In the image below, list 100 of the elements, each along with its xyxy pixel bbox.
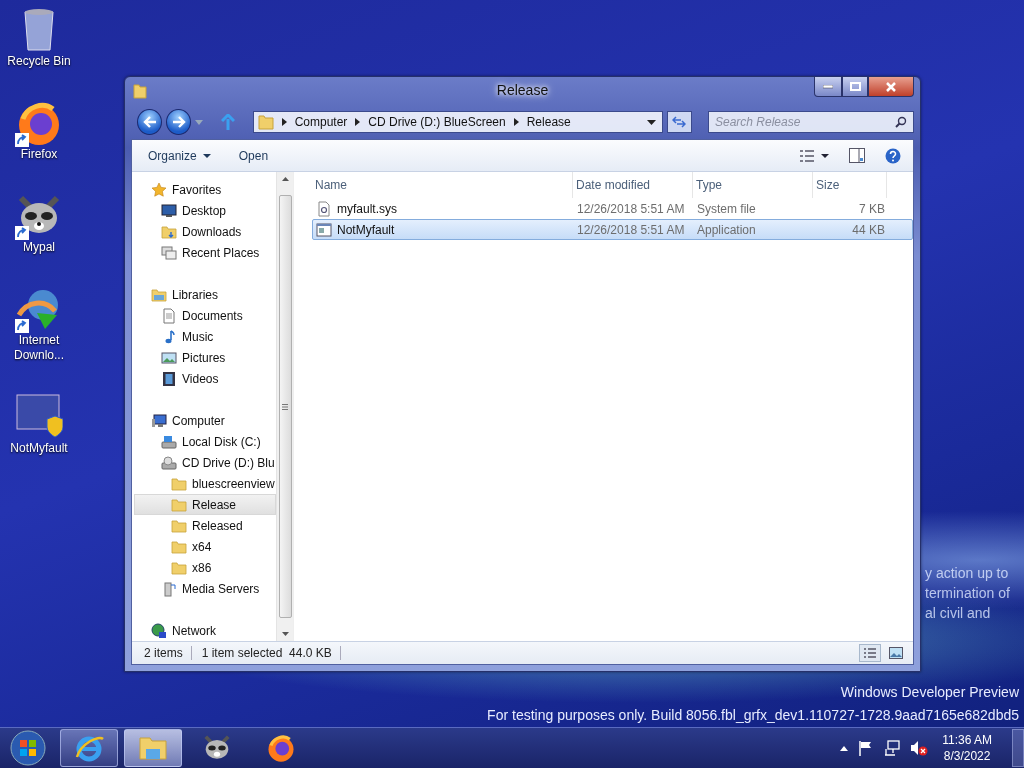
nav-item[interactable]: Local Disk (C:) — [134, 431, 276, 452]
breadcrumb-item[interactable]: CD Drive (D:) BlueScreen — [368, 115, 506, 129]
nav-item[interactable]: Network — [134, 620, 276, 641]
arrow-right-icon — [171, 116, 186, 128]
breadcrumb-item[interactable]: Release — [526, 115, 571, 129]
window-title: Release — [496, 82, 549, 98]
status-text: 1 item selected 44.0 KB — [199, 646, 341, 660]
preview-pane-button[interactable] — [847, 146, 867, 165]
nav-item[interactable]: x86 — [134, 557, 276, 578]
computer-icon — [151, 412, 167, 429]
toolbar-button[interactable]: Open — [232, 145, 275, 166]
caret-down-icon — [202, 153, 211, 158]
folder-icon — [133, 83, 147, 99]
window-stack-icon — [161, 244, 177, 261]
breadcrumb-item[interactable]: Computer — [294, 115, 348, 129]
folder-icon — [171, 538, 187, 555]
folder-icon — [151, 286, 167, 303]
file-name: NotMyfault — [337, 222, 395, 237]
build-notice: Windows Developer Preview — [840, 684, 1019, 701]
windows-logo-icon — [10, 730, 46, 766]
close-icon — [885, 81, 897, 92]
chevron-right-icon[interactable] — [513, 118, 519, 126]
nav-item[interactable]: Documents — [134, 305, 276, 326]
nav-item[interactable]: Released — [134, 515, 276, 536]
nav-item[interactable]: Videos — [134, 368, 276, 389]
caret-down-icon[interactable] — [646, 119, 656, 125]
column-header[interactable]: Type — [693, 172, 813, 198]
minimize-button[interactable] — [814, 77, 842, 97]
minimize-icon — [823, 84, 833, 89]
search-icon[interactable] — [895, 116, 907, 128]
folder-icon — [171, 517, 187, 534]
folder-icon — [171, 475, 187, 492]
nav-item[interactable]: Pictures — [134, 347, 276, 368]
nav-item[interactable]: Computer — [134, 410, 276, 431]
column-header[interactable]: Name — [312, 172, 573, 198]
nav-item[interactable]: Release — [134, 494, 276, 515]
column-header[interactable]: Size — [813, 172, 887, 198]
table-cell-text: 44 KB — [851, 222, 886, 237]
globe-icon — [151, 622, 167, 639]
scrollbar[interactable] — [276, 172, 293, 641]
picture-icon — [889, 647, 903, 659]
table-cell-text: System file — [696, 201, 757, 216]
address-bar[interactable]: Computer CD Drive (D:) BlueScreen Release — [252, 111, 663, 133]
list-view-icon — [799, 148, 815, 163]
pane-layout-icon — [849, 148, 865, 163]
document-icon — [161, 307, 177, 324]
maximize-button[interactable] — [842, 77, 868, 97]
desktop-icon-label[interactable]: Firefox — [2, 147, 76, 162]
nav-item[interactable]: CD Drive (D:) Blu — [134, 452, 276, 473]
nav-item[interactable]: Media Servers — [134, 578, 276, 599]
nav-item[interactable]: Downloads — [134, 221, 276, 242]
nav-item[interactable]: Recent Places — [134, 242, 276, 263]
speaker-muted-icon[interactable] — [910, 740, 929, 756]
film-icon — [161, 370, 177, 387]
help-icon — [885, 147, 901, 164]
nav-item[interactable]: bluescreenview — [134, 473, 276, 494]
taskbar-app-button[interactable] — [60, 729, 118, 767]
clock[interactable]: 11:36 AM 8/3/2022 — [938, 732, 996, 764]
nav-item[interactable]: Music — [134, 326, 276, 347]
status-text: 2 items — [142, 646, 192, 660]
scrollbar-thumb[interactable] — [278, 195, 292, 618]
chevron-right-icon[interactable] — [281, 118, 287, 126]
caret-up-icon[interactable] — [840, 745, 849, 751]
caret-down-icon[interactable] — [281, 632, 289, 636]
wallpaper-text: termination of — [925, 585, 1010, 602]
build-notice: For testing purposes only. Build 8056.fbl_grfx_dev1.110727-1728.9aad7165e682dbd5 — [487, 707, 1019, 724]
server-icon — [161, 580, 177, 597]
desktop-icon-label[interactable]: Recycle Bin — [2, 54, 76, 69]
file-row[interactable]: myfault.sys 12/26/2018 5:51 AM System file 7 KB — [312, 198, 913, 219]
nav-item[interactable]: Libraries — [134, 284, 276, 305]
back-button[interactable] — [137, 109, 163, 135]
maximize-icon — [849, 82, 861, 91]
wallpaper-text: al civil and — [925, 605, 992, 622]
chevron-right-icon[interactable] — [355, 118, 361, 126]
toolbar-button[interactable]: Organize — [142, 145, 217, 166]
desktop-icon-label[interactable]: Internet Downlo... — [2, 333, 76, 363]
caret-up-icon[interactable] — [281, 177, 289, 181]
nav-item[interactable]: Favorites — [134, 179, 276, 200]
search-field[interactable]: Search Release — [708, 111, 914, 133]
refresh-button[interactable] — [666, 111, 692, 133]
file-row[interactable]: NotMyfault 12/26/2018 5:51 AM Application 44 KB — [312, 219, 913, 240]
details-view-button[interactable] — [859, 644, 881, 662]
drive-icon — [161, 454, 177, 471]
nav-item[interactable]: x64 — [134, 536, 276, 557]
application-icon — [316, 221, 332, 238]
nav-item[interactable]: Desktop — [134, 200, 276, 221]
column-header[interactable]: Date modified — [573, 172, 693, 198]
folder-icon — [161, 223, 177, 240]
caret-down-icon — [821, 153, 829, 158]
close-button[interactable] — [868, 77, 914, 97]
table-cell-text: 7 KB — [858, 201, 886, 216]
folder-icon — [257, 114, 274, 130]
desktop-icon-label[interactable]: Mypal — [2, 240, 76, 255]
network-icon[interactable] — [884, 740, 901, 756]
forward-button[interactable] — [166, 109, 192, 135]
gear-document-icon — [316, 200, 332, 217]
folder-icon — [171, 559, 187, 576]
refresh-arrows-icon — [672, 116, 687, 128]
file-name: myfault.sys — [337, 201, 397, 216]
desktop-icon-label[interactable]: NotMyfault — [2, 441, 76, 456]
